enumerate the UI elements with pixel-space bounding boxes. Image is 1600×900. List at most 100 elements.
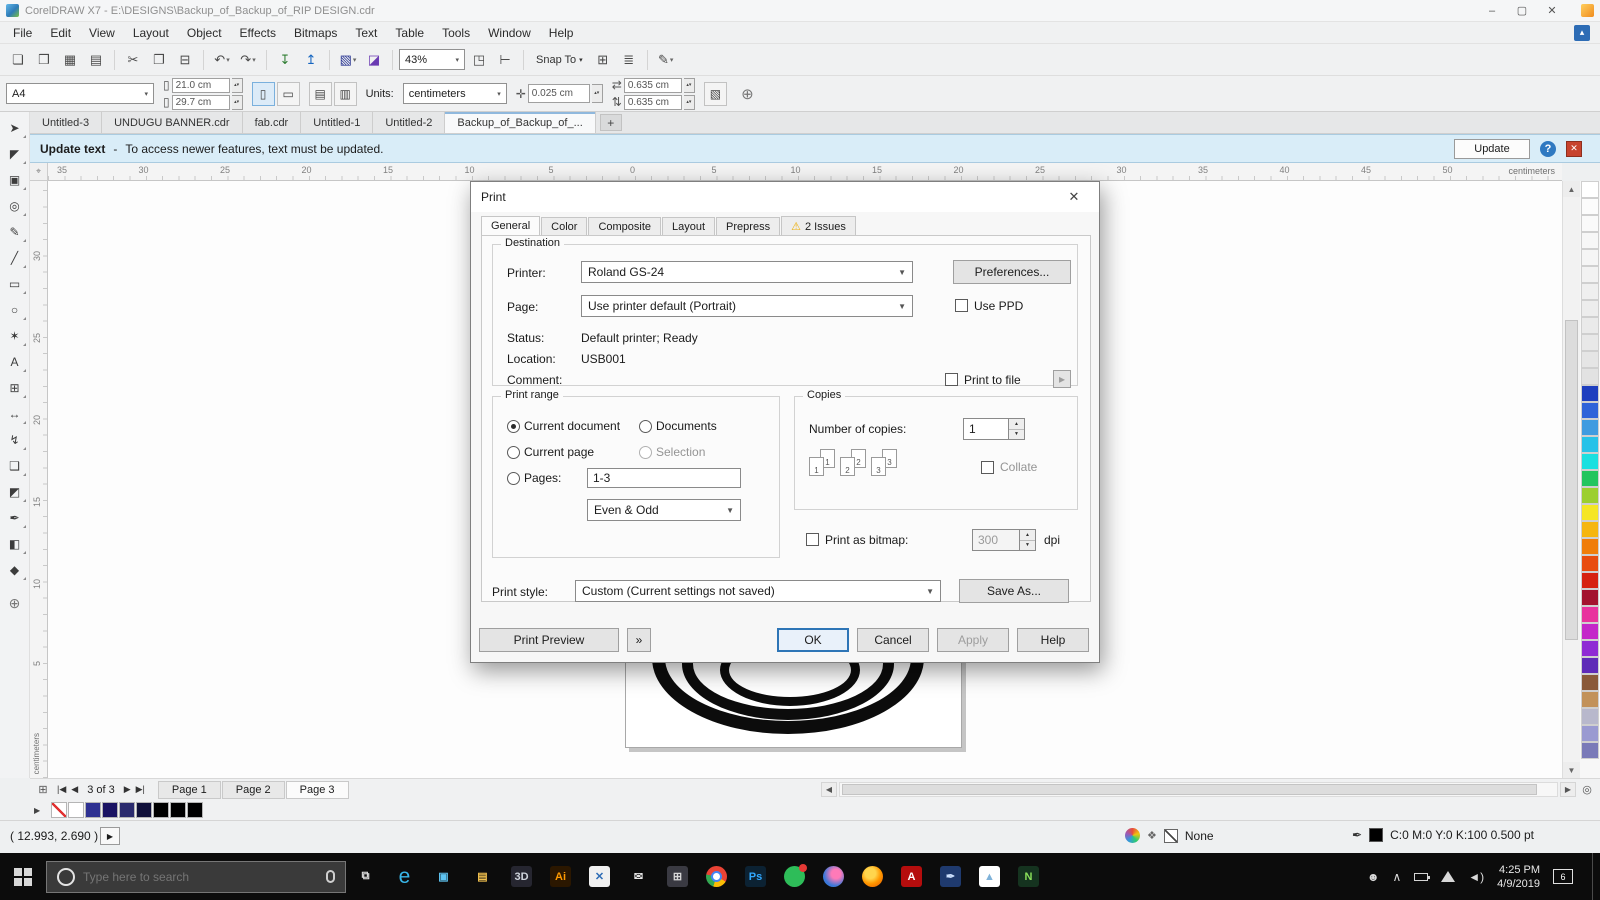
- duplicate-x-field[interactable]: 0.635 cm: [623, 77, 682, 93]
- document-tab[interactable]: Untitled-3: [30, 112, 103, 133]
- drop-shadow-tool[interactable]: ❑: [3, 454, 27, 477]
- scroll-right-icon[interactable]: ▶: [1560, 782, 1576, 797]
- table-tool[interactable]: ⊞: [3, 376, 27, 399]
- even-odd-select[interactable]: Even & Odd ▼: [587, 499, 741, 521]
- printer-select[interactable]: Roland GS-24 ▼: [581, 261, 913, 283]
- palette-swatch[interactable]: [1581, 606, 1599, 623]
- page-tab[interactable]: Page 3: [285, 780, 349, 799]
- vertical-ruler[interactable]: centimeters 30 25 20 15 10 5: [30, 181, 48, 778]
- menu-tools[interactable]: Tools: [433, 23, 479, 43]
- print-to-file-expand-button[interactable]: ▸: [1053, 370, 1071, 388]
- page-tab[interactable]: Page 1: [157, 780, 221, 799]
- network-icon[interactable]: [1441, 871, 1456, 882]
- print-preview-button[interactable]: Print Preview: [479, 628, 619, 652]
- palette-swatch[interactable]: [1581, 368, 1599, 385]
- menu-text[interactable]: Text: [346, 23, 386, 43]
- app-icon-blue-round[interactable]: [814, 853, 853, 900]
- volume-icon[interactable]: ◄): [1468, 870, 1484, 884]
- palette-swatch[interactable]: [1581, 589, 1599, 606]
- print-tab-composite[interactable]: Composite: [588, 217, 662, 236]
- print-to-file-checkbox[interactable]: [945, 373, 958, 386]
- units-select[interactable]: centimeters ▾: [402, 83, 507, 104]
- next-page-button[interactable]: ▶: [124, 784, 131, 795]
- menu-table[interactable]: Table: [386, 23, 433, 43]
- document-palette-swatch[interactable]: [170, 802, 187, 818]
- app-icon-green[interactable]: N: [1009, 853, 1048, 900]
- bitmap-dpi-input[interactable]: 300: [972, 529, 1020, 551]
- document-tab[interactable]: Untitled-2: [373, 112, 446, 133]
- print-tab-color[interactable]: Color: [541, 217, 588, 236]
- documents-radio[interactable]: [639, 420, 652, 433]
- notifications-icon[interactable]: 6: [1553, 869, 1573, 884]
- portrait-button[interactable]: ▯: [251, 81, 275, 106]
- illustrator-icon[interactable]: Ai: [541, 853, 580, 900]
- palette-swatch[interactable]: [1581, 249, 1599, 266]
- print-tab-2-issues[interactable]: ⚠ 2 Issues: [781, 216, 856, 236]
- start-button[interactable]: [0, 853, 46, 900]
- acrobat-icon[interactable]: A: [892, 853, 931, 900]
- nudge-stepper[interactable]: ▴▾: [591, 84, 603, 103]
- palette-swatch[interactable]: [1581, 317, 1599, 334]
- use-ppd-checkbox[interactable]: [955, 299, 968, 312]
- zoom-tool-icon[interactable]: ◎: [1578, 782, 1596, 798]
- freehand-tool[interactable]: ✎: [3, 220, 27, 243]
- menu-bitmaps[interactable]: Bitmaps: [285, 23, 346, 43]
- taskbar-search[interactable]: [46, 860, 346, 893]
- firefox-icon[interactable]: [853, 853, 892, 900]
- infobar-close-icon[interactable]: ✕: [1566, 140, 1582, 157]
- task-view-icon[interactable]: ⧉: [346, 853, 385, 900]
- two-point-line-tool[interactable]: ╱: [3, 246, 27, 269]
- scroll-down-icon[interactable]: ▼: [1563, 762, 1580, 778]
- battery-icon[interactable]: [1414, 872, 1431, 881]
- menu-help[interactable]: Help: [540, 23, 583, 43]
- print-tab-general[interactable]: General: [481, 216, 541, 237]
- page-width-field[interactable]: 21.0 cm: [171, 77, 230, 93]
- scroll-left-icon[interactable]: ◀: [821, 782, 837, 797]
- document-palette-swatch[interactable]: [85, 802, 102, 818]
- statusbar-flyout-button[interactable]: ▶: [100, 827, 120, 845]
- page-tab[interactable]: Page 2: [221, 780, 285, 799]
- 3dwox-icon[interactable]: 3D: [502, 853, 541, 900]
- color-eyedropper-tool[interactable]: ✒: [3, 506, 27, 529]
- document-tab[interactable]: fab.cdr: [242, 112, 302, 133]
- palette-swatch[interactable]: [1581, 742, 1599, 759]
- save-icon[interactable]: ▦: [58, 48, 82, 72]
- photos-icon[interactable]: ▲: [970, 853, 1009, 900]
- export-icon[interactable]: ↥: [299, 48, 323, 72]
- show-rulers-icon[interactable]: ⊢: [493, 48, 517, 72]
- dialog-close-icon[interactable]: ✕: [1059, 189, 1089, 205]
- store-icon[interactable]: ▣: [424, 853, 463, 900]
- interactive-fill-tool[interactable]: ◧: [3, 532, 27, 555]
- pages-input[interactable]: 1-3: [587, 468, 741, 488]
- microphone-icon[interactable]: [326, 870, 335, 883]
- smart-fill-tool[interactable]: ◆: [3, 558, 27, 581]
- current-page-button[interactable]: ▥: [333, 81, 357, 106]
- coreldraw-icon[interactable]: ✕: [580, 853, 619, 900]
- calculator-icon[interactable]: ⊞: [658, 853, 697, 900]
- app-icon-pen-blue[interactable]: ✒: [931, 853, 970, 900]
- copy-icon[interactable]: ❐: [147, 48, 171, 72]
- vertical-scrollbar[interactable]: ▲ ▼: [1562, 181, 1580, 778]
- bitmap-dpi-stepper[interactable]: ▲ ▼: [1020, 529, 1036, 551]
- people-icon[interactable]: ☻: [1367, 870, 1380, 884]
- palette-swatch[interactable]: [1581, 283, 1599, 300]
- page-height-stepper[interactable]: ▴▾: [231, 94, 243, 110]
- document-palette-swatch[interactable]: [68, 802, 85, 818]
- palette-swatch[interactable]: [1581, 572, 1599, 589]
- document-palette-swatch[interactable]: [153, 802, 170, 818]
- transparency-tool[interactable]: ◩: [3, 480, 27, 503]
- add-tools-button[interactable]: ⊕: [3, 592, 27, 615]
- document-tab[interactable]: UNDUGU BANNER.cdr: [102, 112, 243, 133]
- palette-swatch[interactable]: [1581, 351, 1599, 368]
- align-guides-icon[interactable]: ≣: [617, 48, 641, 72]
- zoom-tool[interactable]: ◎: [3, 194, 27, 217]
- help-icon[interactable]: ?: [1540, 140, 1556, 157]
- document-tab[interactable]: Backup_of_Backup_of_...: [445, 112, 596, 133]
- photoshop-icon[interactable]: Ps: [736, 853, 775, 900]
- palette-swatch[interactable]: [1581, 436, 1599, 453]
- full-screen-preview-icon[interactable]: ◳: [467, 48, 491, 72]
- palette-swatch[interactable]: [1581, 555, 1599, 572]
- palette-swatch[interactable]: [1581, 487, 1599, 504]
- previous-page-button[interactable]: ◀: [71, 784, 78, 795]
- polygon-tool[interactable]: ✶: [3, 324, 27, 347]
